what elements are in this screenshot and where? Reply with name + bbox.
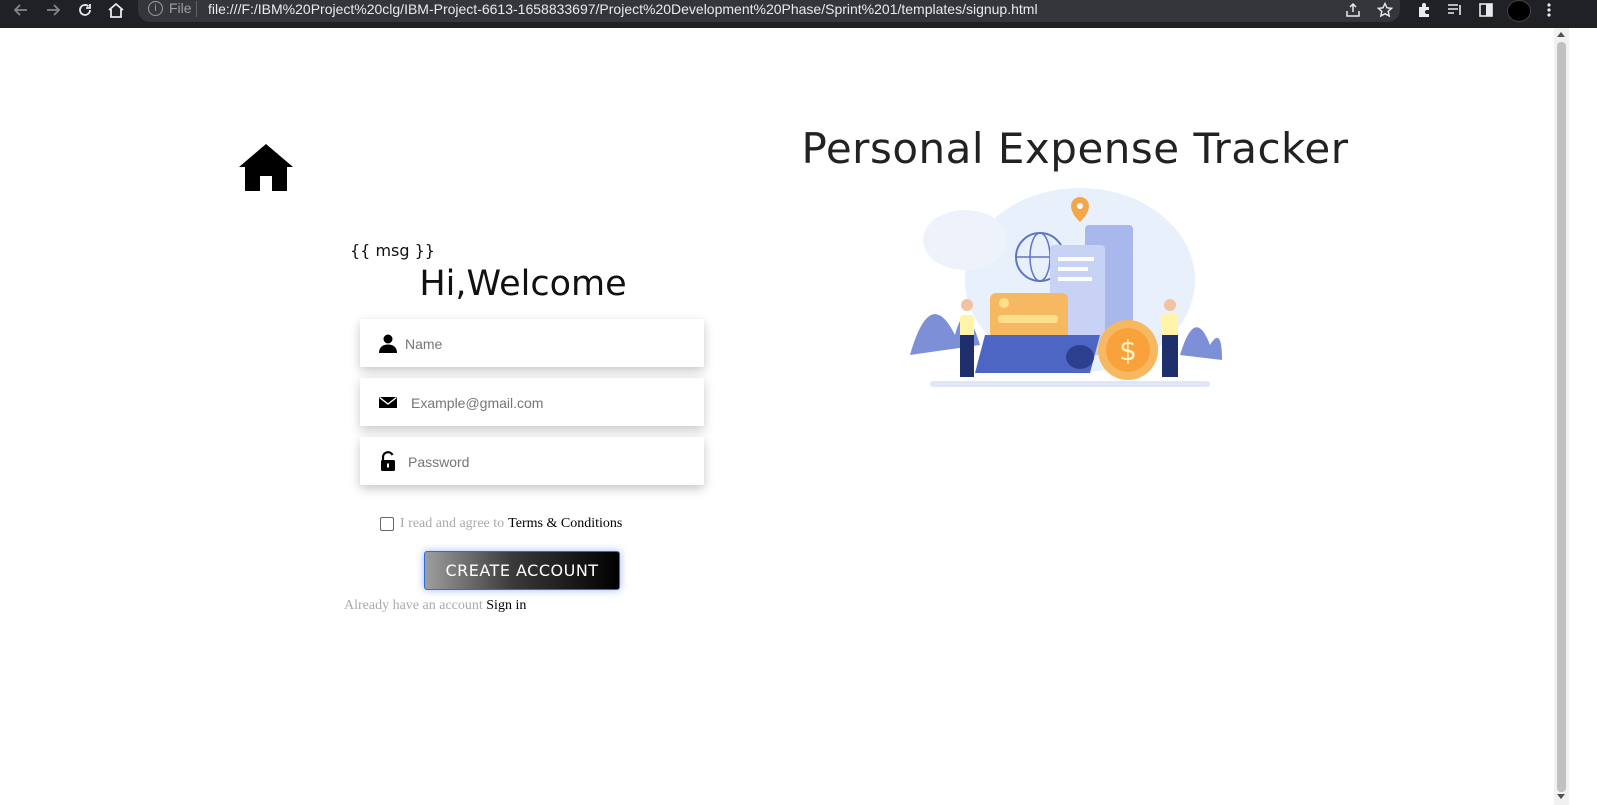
url-text[interactable]: file:///F:/IBM%20Project%20clg/IBM-Proje… [208, 1, 1038, 17]
home-icon [108, 2, 124, 18]
browser-toolbar: i File file:///F:/IBM%20Project%20clg/IB… [0, 0, 1597, 28]
browser-menu-button[interactable] [1536, 0, 1562, 20]
svg-text:$: $ [1119, 334, 1137, 367]
scroll-down-arrow[interactable] [1557, 794, 1565, 799]
scroll-thumb[interactable] [1557, 42, 1566, 792]
menu-icon [1547, 3, 1551, 17]
envelope-icon [379, 396, 397, 408]
terms-link[interactable]: Terms & Conditions [508, 516, 622, 532]
signin-row: Already have an account Sign in [344, 598, 526, 614]
url-separator [196, 1, 197, 17]
terms-text: I read and agree to [400, 516, 505, 531]
back-icon [13, 4, 27, 16]
reading-list-icon [1448, 4, 1461, 15]
welcome-heading: Hi,Welcome [419, 264, 627, 304]
app-title: Personal Expense Tracker [801, 124, 1349, 173]
terms-checkbox[interactable] [380, 517, 394, 531]
forward-button[interactable] [40, 0, 66, 20]
home-icon [239, 144, 293, 191]
share-icon [1346, 2, 1360, 17]
vertical-scrollbar[interactable] [1554, 28, 1569, 805]
lock-icon [381, 451, 395, 471]
signin-link[interactable]: Sign in [486, 598, 526, 613]
scroll-up-arrow[interactable] [1557, 32, 1565, 37]
name-field[interactable] [360, 319, 704, 367]
profile-avatar[interactable] [1507, 0, 1531, 22]
info-icon: i [148, 0, 163, 16]
password-field[interactable] [360, 437, 704, 485]
bookmark-button[interactable] [1372, 0, 1398, 20]
forward-icon [47, 4, 61, 16]
user-icon [379, 334, 397, 353]
reload-icon [79, 4, 91, 16]
signin-text: Already have an account [344, 598, 483, 613]
site-info[interactable]: i File [148, 0, 192, 16]
share-button[interactable] [1340, 0, 1366, 20]
back-button[interactable] [8, 0, 34, 20]
expense-illustration: $ [910, 188, 1222, 387]
site-label: File [169, 0, 192, 16]
create-account-button[interactable]: CREATE ACCOUNT [424, 551, 620, 590]
home-link[interactable] [238, 142, 296, 192]
password-input[interactable] [406, 441, 680, 483]
side-panel-button[interactable] [1473, 0, 1499, 20]
reading-list-button[interactable] [1442, 0, 1468, 20]
flash-message: {{ msg }} [350, 241, 435, 260]
side-panel-icon [1479, 3, 1493, 17]
terms-row: I read and agree to Terms & Conditions [380, 516, 622, 532]
email-field[interactable] [360, 378, 704, 426]
extensions-icon [1419, 3, 1429, 17]
address-bar[interactable]: i File file:///F:/IBM%20Project%20clg/IB… [138, 0, 1400, 22]
name-input[interactable] [403, 323, 687, 365]
browser-home-button[interactable] [103, 0, 129, 20]
extensions-button[interactable] [1411, 0, 1437, 20]
email-input[interactable] [409, 382, 681, 424]
star-icon [1377, 2, 1393, 18]
reload-button[interactable] [72, 0, 98, 20]
